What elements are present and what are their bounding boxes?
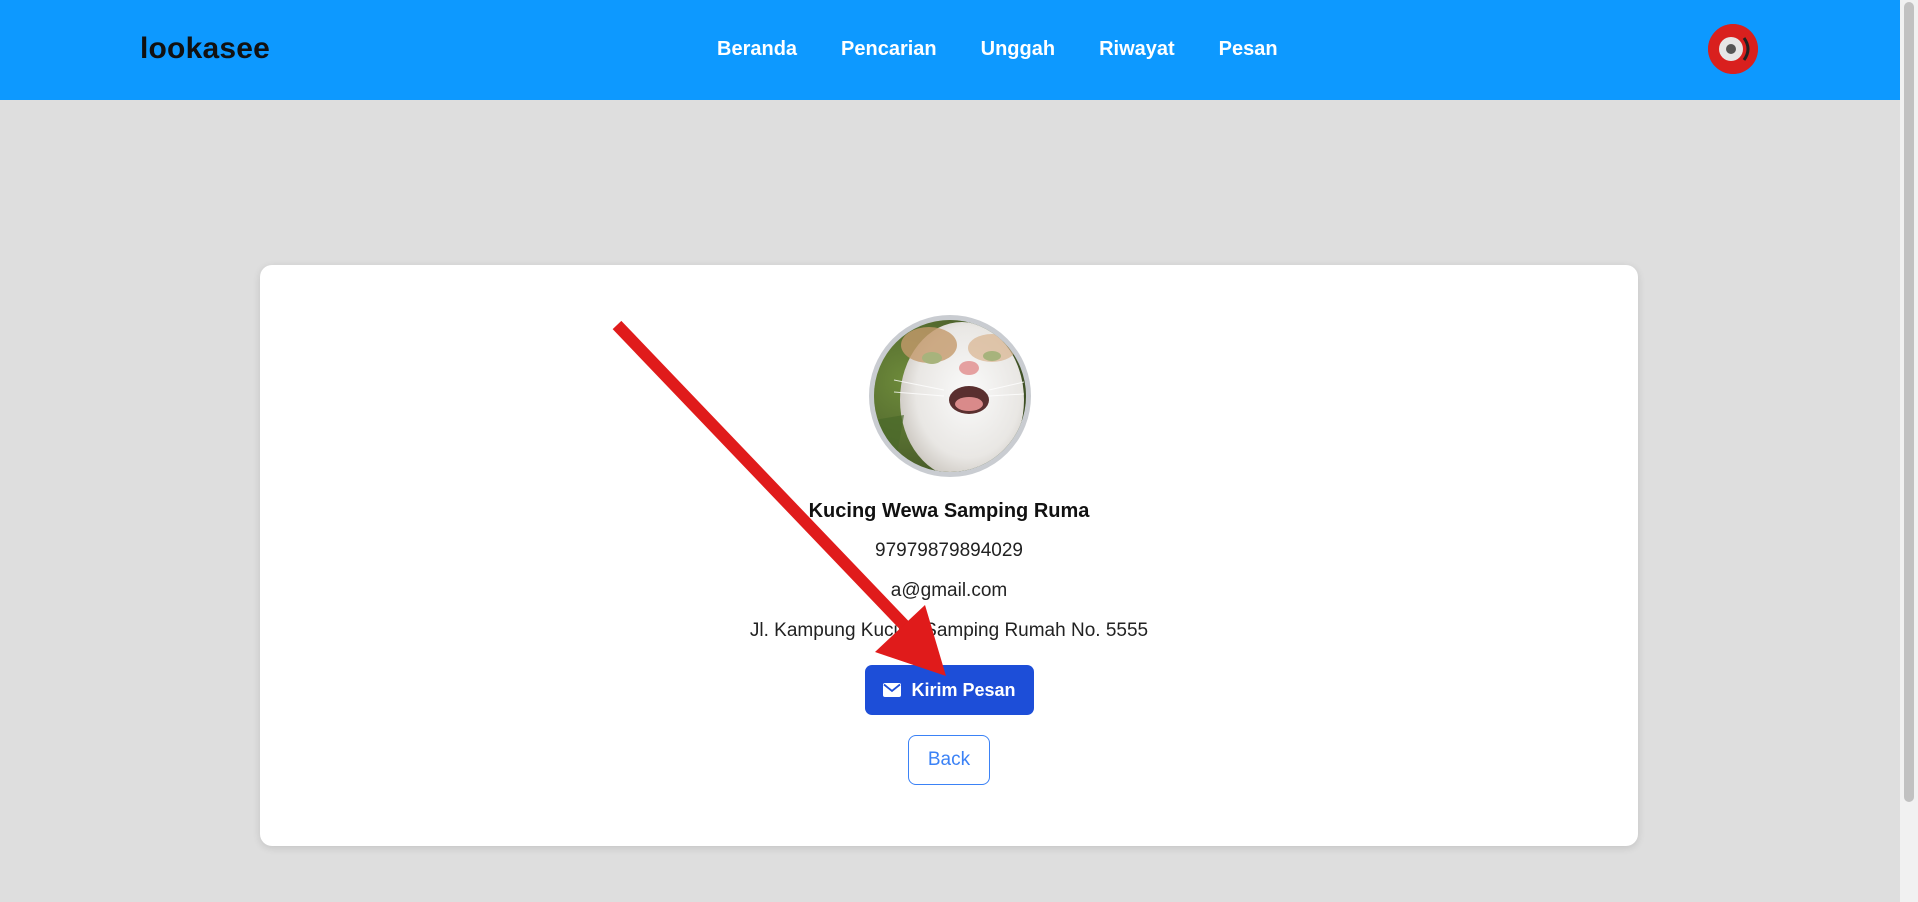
mail-icon xyxy=(883,683,902,697)
send-message-label: Kirim Pesan xyxy=(911,679,1016,700)
page: lookasee Beranda Pencarian Unggah Riwaya… xyxy=(0,0,1918,902)
profile-email: a@gmail.com xyxy=(890,580,1008,601)
brand-logo[interactable]: lookasee xyxy=(140,32,270,66)
nav-link-riwayat[interactable]: Riwayat xyxy=(1099,38,1175,61)
user-avatar-icon xyxy=(1708,24,1758,74)
profile-name: Kucing Wewa Samping Ruma xyxy=(808,500,1090,522)
back-button[interactable]: Back xyxy=(908,735,990,785)
nav-links: Beranda Pencarian Unggah Riwayat Pesan xyxy=(717,38,1278,61)
vertical-scrollbar[interactable] xyxy=(1900,0,1918,902)
profile-card: Kucing Wewa Samping Ruma 97979879894029 … xyxy=(260,265,1638,846)
nav-link-pencarian[interactable]: Pencarian xyxy=(841,38,937,61)
profile-phone: 97979879894029 xyxy=(875,540,1023,561)
send-message-button[interactable]: Kirim Pesan xyxy=(865,665,1034,715)
nav-link-pesan[interactable]: Pesan xyxy=(1219,38,1278,61)
nav-link-unggah[interactable]: Unggah xyxy=(981,38,1055,61)
scrollbar-thumb[interactable] xyxy=(1904,2,1914,802)
nav-link-beranda[interactable]: Beranda xyxy=(717,38,797,61)
navbar: lookasee Beranda Pencarian Unggah Riwaya… xyxy=(0,0,1900,100)
user-avatar-button[interactable] xyxy=(1708,24,1758,74)
cat-photo-image xyxy=(874,320,1026,472)
profile-photo xyxy=(869,315,1031,477)
profile-address: Jl. Kampung Kucing Samping Rumah No. 555… xyxy=(749,620,1149,641)
